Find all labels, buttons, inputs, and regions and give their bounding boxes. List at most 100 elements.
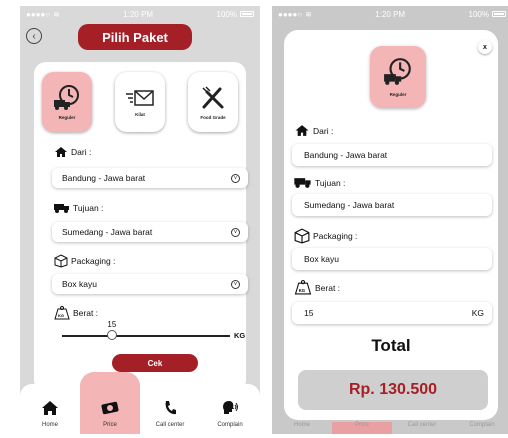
utensils-icon bbox=[202, 85, 224, 108]
box-icon bbox=[54, 254, 68, 268]
berat-label-row: KG Berat : bbox=[294, 280, 340, 295]
service-label: Reguler bbox=[58, 114, 76, 120]
nav-item-complain: Complain bbox=[469, 422, 495, 428]
packaging-label-row: Packaging : bbox=[54, 254, 115, 268]
fast-mail-icon bbox=[126, 89, 154, 106]
status-bar: ●●●●○ ≋ 1:20 PM 100% bbox=[272, 6, 508, 22]
status-time: 1:20 PM bbox=[375, 9, 406, 19]
total-label: Total bbox=[371, 336, 411, 355]
weight-slider-track[interactable] bbox=[62, 335, 230, 337]
box-icon bbox=[294, 228, 310, 244]
dari-value: Bandung - Jawa barat bbox=[62, 173, 146, 183]
chevron-left-icon: ‹ bbox=[32, 30, 36, 42]
status-time: 1:20 PM bbox=[123, 9, 154, 19]
wifi-icon: ≋ bbox=[53, 9, 60, 19]
tujuan-value: Sumedang - Jawa barat bbox=[304, 200, 395, 210]
selected-service: Reguler bbox=[370, 46, 426, 108]
packaging-value: Box kayu bbox=[304, 254, 339, 264]
signal-indicator: ●●●●○ bbox=[278, 9, 303, 19]
svg-text:KG: KG bbox=[58, 313, 64, 318]
bottom-nav: Home Price Call center Complain bbox=[20, 372, 260, 434]
nav-label: Home bbox=[41, 422, 58, 428]
clock-truck-icon bbox=[384, 57, 411, 85]
service-option-kilat[interactable]: Kilat bbox=[115, 72, 165, 132]
weight-icon: KG bbox=[54, 306, 70, 320]
nav-label: Call center bbox=[155, 422, 185, 428]
money-icon bbox=[101, 401, 119, 415]
status-bar: ●●●●○ ≋ 1:20 PM 100% bbox=[20, 6, 260, 22]
tujuan-label-row: Tujuan : bbox=[294, 176, 345, 189]
nav-item-price: Price bbox=[332, 422, 392, 434]
dari-select[interactable]: Bandung - Jawa barat v bbox=[52, 168, 248, 188]
dari-label-row: Dari : bbox=[54, 146, 91, 158]
close-button[interactable]: x bbox=[478, 40, 492, 54]
svg-text:KG: KG bbox=[299, 288, 306, 293]
tujuan-field: Sumedang - Jawa barat bbox=[292, 194, 492, 216]
total-price: Rp. 130.500 bbox=[298, 370, 488, 410]
phone-screen-total: ●●●●○ ≋ 1:20 PM 100% x Reguler Dari : Ban… bbox=[272, 6, 508, 434]
nav-label: Complain bbox=[217, 422, 243, 428]
service-selector: Reguler Kilat Food Grade bbox=[42, 72, 238, 132]
nav-item-home: Home bbox=[293, 422, 310, 428]
service-option-reguler[interactable]: Reguler bbox=[42, 72, 92, 132]
chevron-down-icon: v bbox=[231, 227, 240, 237]
berat-label-row: KG Berat : bbox=[54, 306, 98, 320]
dari-label: Dari : bbox=[313, 125, 334, 136]
nav-item-home[interactable]: Home bbox=[20, 384, 80, 434]
dari-label-row: Dari : bbox=[294, 124, 333, 137]
chevron-down-icon: v bbox=[231, 173, 240, 183]
home-icon bbox=[295, 125, 309, 136]
berat-value: 15 bbox=[304, 308, 314, 318]
nav-item-call-center: Call center bbox=[407, 422, 437, 428]
bottom-nav-dimmed: Home Price Call center Complain bbox=[272, 422, 508, 434]
weight-unit: KG bbox=[234, 331, 246, 340]
nav-item-call-center[interactable]: Call center bbox=[140, 384, 200, 434]
truck-icon bbox=[54, 204, 69, 213]
battery-icon bbox=[239, 11, 254, 17]
summary-modal: x Reguler Dari : Bandung - Jawa barat Tu… bbox=[284, 30, 498, 420]
service-label: Reguler bbox=[389, 91, 407, 97]
tujuan-label-row: Tujuan : bbox=[54, 202, 103, 214]
chevron-down-icon: v bbox=[231, 279, 240, 289]
cek-button[interactable]: Cek bbox=[112, 354, 198, 372]
weight-icon: KG bbox=[294, 280, 312, 295]
berat-field: 15 KG bbox=[292, 302, 492, 324]
dari-label: Dari : bbox=[71, 147, 92, 157]
truck-icon bbox=[294, 178, 311, 188]
nav-item-price[interactable]: Price bbox=[80, 372, 140, 434]
tujuan-label: Tujuan : bbox=[315, 177, 346, 188]
speaking-head-icon bbox=[223, 401, 238, 414]
service-label: Food Grade bbox=[200, 114, 226, 120]
phone-screen-pilih-paket: ●●●●○ ≋ 1:20 PM 100% ‹ Pilih Paket Regule… bbox=[20, 6, 260, 434]
packaging-select[interactable]: Box kayu v bbox=[52, 274, 248, 294]
packaging-label: Packaging : bbox=[71, 256, 116, 266]
berat-label: Berat : bbox=[315, 282, 341, 293]
wifi-icon: ≋ bbox=[305, 9, 312, 19]
berat-unit: KG bbox=[471, 308, 484, 318]
back-button[interactable]: ‹ bbox=[26, 28, 42, 44]
packaging-label: Packaging : bbox=[313, 231, 358, 241]
packaging-label-row: Packaging : bbox=[294, 228, 357, 244]
battery-percent: 100% bbox=[468, 9, 489, 19]
home-icon bbox=[42, 401, 58, 415]
signal-indicator: ●●●●○ bbox=[26, 9, 51, 19]
home-icon bbox=[55, 147, 67, 157]
clock-truck-icon bbox=[54, 84, 79, 110]
nav-item-complain[interactable]: Complain bbox=[200, 384, 260, 434]
weight-value: 15 bbox=[107, 320, 117, 329]
tujuan-select[interactable]: Sumedang - Jawa barat v bbox=[52, 222, 248, 242]
battery-icon bbox=[491, 11, 506, 17]
nav-label: Price bbox=[103, 422, 117, 428]
form-card: Reguler Kilat Food Grade Dari: Bandung … bbox=[34, 62, 248, 392]
service-option-food-grade[interactable]: Food Grade bbox=[188, 72, 238, 132]
dari-value: Bandung - Jawa barat bbox=[304, 150, 388, 160]
phone-icon bbox=[165, 401, 176, 415]
packaging-value: Box kayu bbox=[62, 279, 97, 289]
dari-field: Bandung - Jawa barat bbox=[292, 144, 492, 166]
battery-percent: 100% bbox=[216, 9, 237, 19]
tujuan-value: Sumedang - Jawa barat bbox=[62, 227, 153, 237]
packaging-field: Box kayu bbox=[292, 248, 492, 270]
service-label: Kilat bbox=[135, 111, 145, 117]
berat-label: Berat : bbox=[73, 308, 99, 318]
tujuan-label: Tujuan : bbox=[73, 203, 104, 213]
